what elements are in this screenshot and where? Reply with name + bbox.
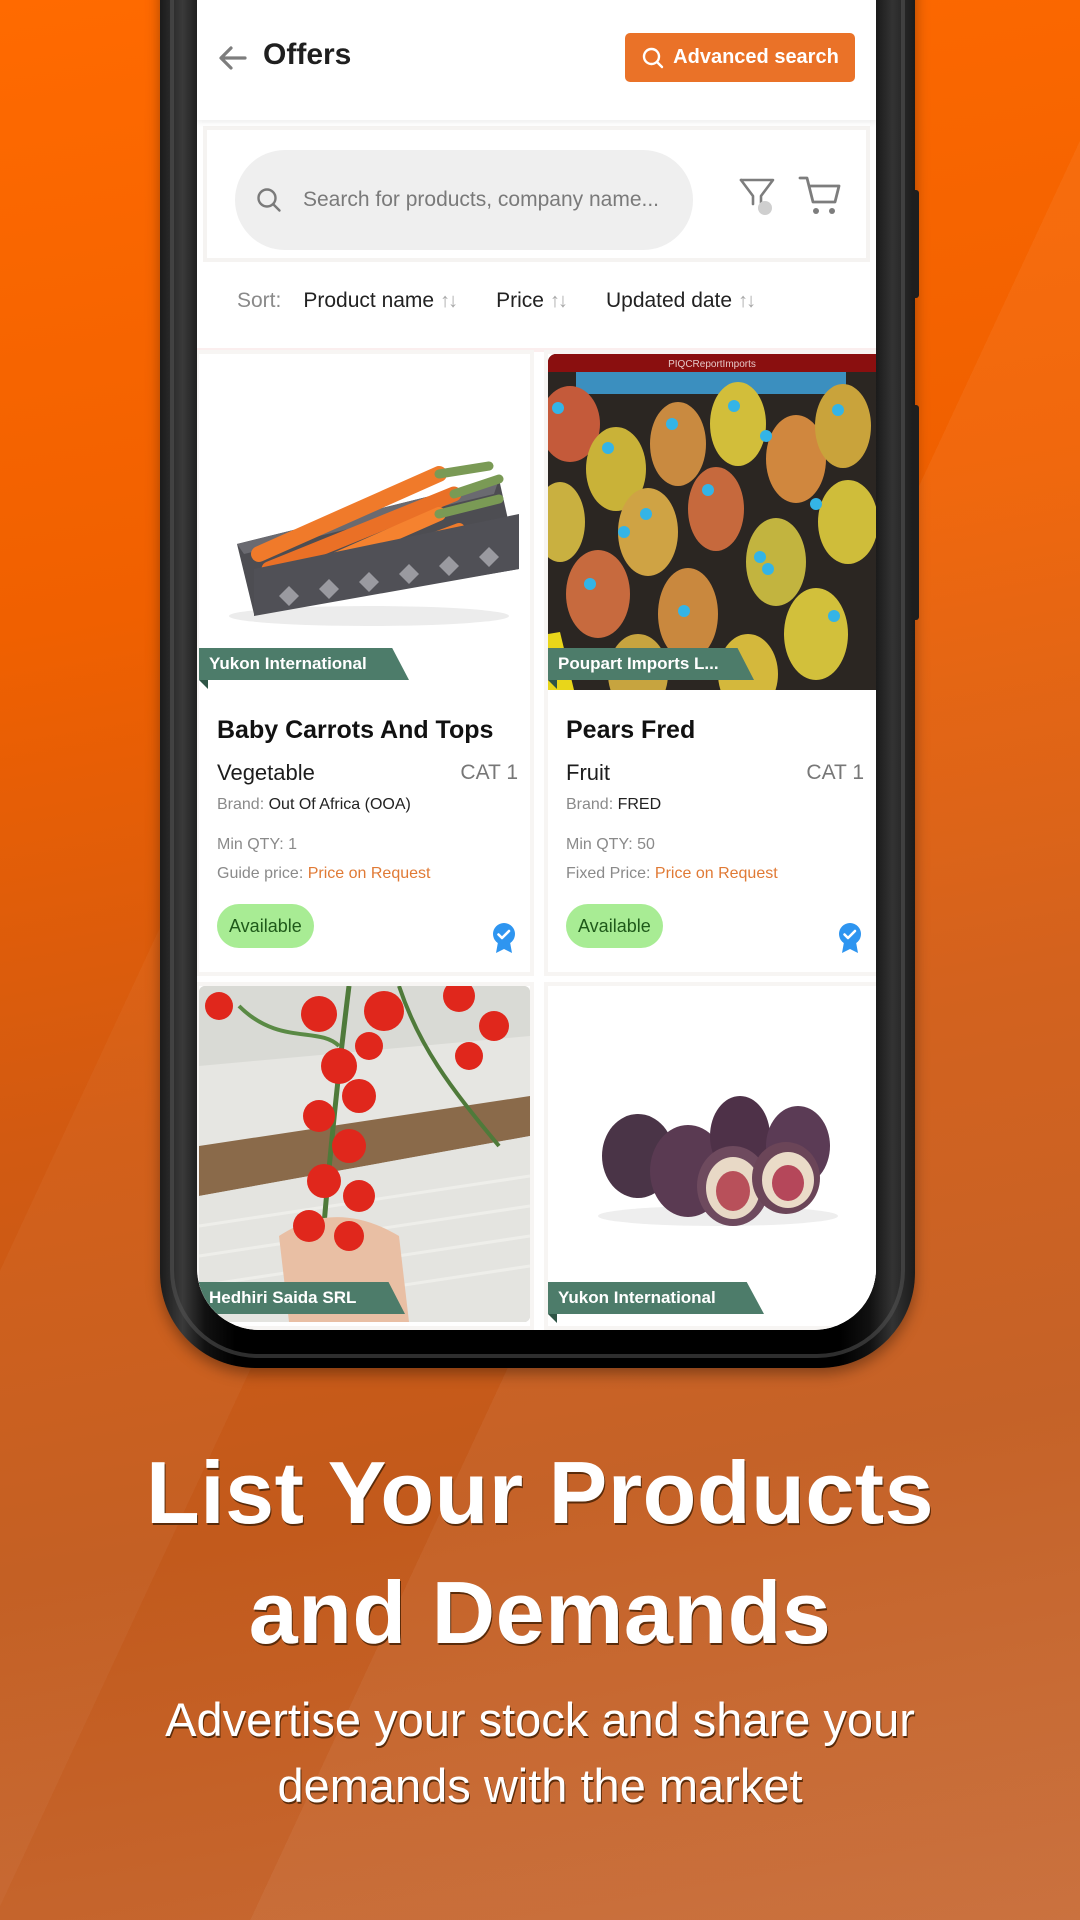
product-price: Fixed Price: Price on Request <box>566 865 778 882</box>
sort-price[interactable]: Price ↑↓ <box>496 289 568 313</box>
product-image-carrots <box>199 354 530 690</box>
product-category: Fruit <box>566 760 610 785</box>
verified-badge-icon <box>839 923 861 953</box>
verified-badge-icon <box>493 923 515 953</box>
product-card[interactable]: Yukon International Baby Carrots And Top… <box>199 354 530 972</box>
seller-tag: Hedhiri Saida SRL <box>199 1282 405 1314</box>
seller-tag: Yukon International <box>199 648 409 680</box>
sort-label: Sort: <box>237 289 282 312</box>
page-title: Offers <box>263 38 352 71</box>
carrots-image <box>229 461 519 626</box>
status-badge: Available <box>566 904 663 948</box>
app-screen: Offers Advanced search Search for produc… <box>197 0 876 1330</box>
cart-icon[interactable] <box>797 172 843 218</box>
seller-tag: Poupart Imports L... <box>548 648 754 680</box>
advanced-search-label: Advanced search <box>673 46 839 68</box>
product-price: Guide price: Price on Request <box>217 865 431 882</box>
filter-icon[interactable] <box>737 174 779 218</box>
image-caption: PIQCReportImports <box>668 359 756 370</box>
product-grade: CAT 1 <box>460 761 518 784</box>
product-brand: Brand: FRED <box>566 796 662 813</box>
seller-tag: Yukon International <box>548 1282 764 1314</box>
product-image-figs <box>548 986 876 1322</box>
product-card[interactable]: Yukon International <box>548 986 876 1326</box>
sort-arrows-icon: ↑↓ <box>440 289 458 312</box>
product-card[interactable]: Hedhiri Saida SRL <box>199 986 530 1326</box>
arrow-left-icon[interactable] <box>215 40 251 76</box>
product-grade: CAT 1 <box>806 761 864 784</box>
search-section <box>207 130 866 258</box>
product-title: Baby Carrots And Tops <box>217 716 494 744</box>
status-badge: Available <box>217 904 314 948</box>
search-input[interactable] <box>301 187 685 213</box>
product-image-tomatoes <box>199 986 530 1322</box>
advanced-search-button[interactable]: Advanced search <box>625 33 855 82</box>
product-image-pears: PIQCReportImports <box>548 354 876 690</box>
product-min-qty: Min QTY: 50 <box>566 836 655 853</box>
promo-headline-line-1: List Your Products <box>145 1443 935 1542</box>
divider <box>197 348 876 352</box>
promo-subtitle-line-1: Advertise your stock and share your <box>165 1693 915 1746</box>
search-icon <box>642 47 664 68</box>
sort-updated-date[interactable]: Updated date ↑↓ <box>606 289 756 313</box>
sort-arrows-icon: ↑↓ <box>738 289 756 312</box>
promo-subtitle-line-2: demands with the market <box>277 1759 803 1812</box>
product-category: Vegetable <box>217 760 315 785</box>
search-icon <box>257 188 281 212</box>
sort-arrows-icon: ↑↓ <box>549 289 568 312</box>
sort-product-name[interactable]: Product name ↑↓ <box>303 289 458 313</box>
promo-headline-line-2: and Demands <box>248 1563 832 1662</box>
product-min-qty: Min QTY: 1 <box>217 836 298 853</box>
product-brand: Brand: Out Of Africa (OOA) <box>217 796 411 813</box>
search-bar[interactable] <box>235 150 693 250</box>
sort-bar: Sort: Product name ↑↓ Price ↑↓ Updated d… <box>197 270 876 332</box>
phone-power-button <box>912 405 919 620</box>
product-card[interactable]: PIQCReportImports Poupart Imports L... P… <box>548 354 876 972</box>
phone-volume-button <box>912 190 919 298</box>
app-header: Offers Advanced search <box>197 0 876 120</box>
product-title: Pears Fred <box>566 716 696 744</box>
